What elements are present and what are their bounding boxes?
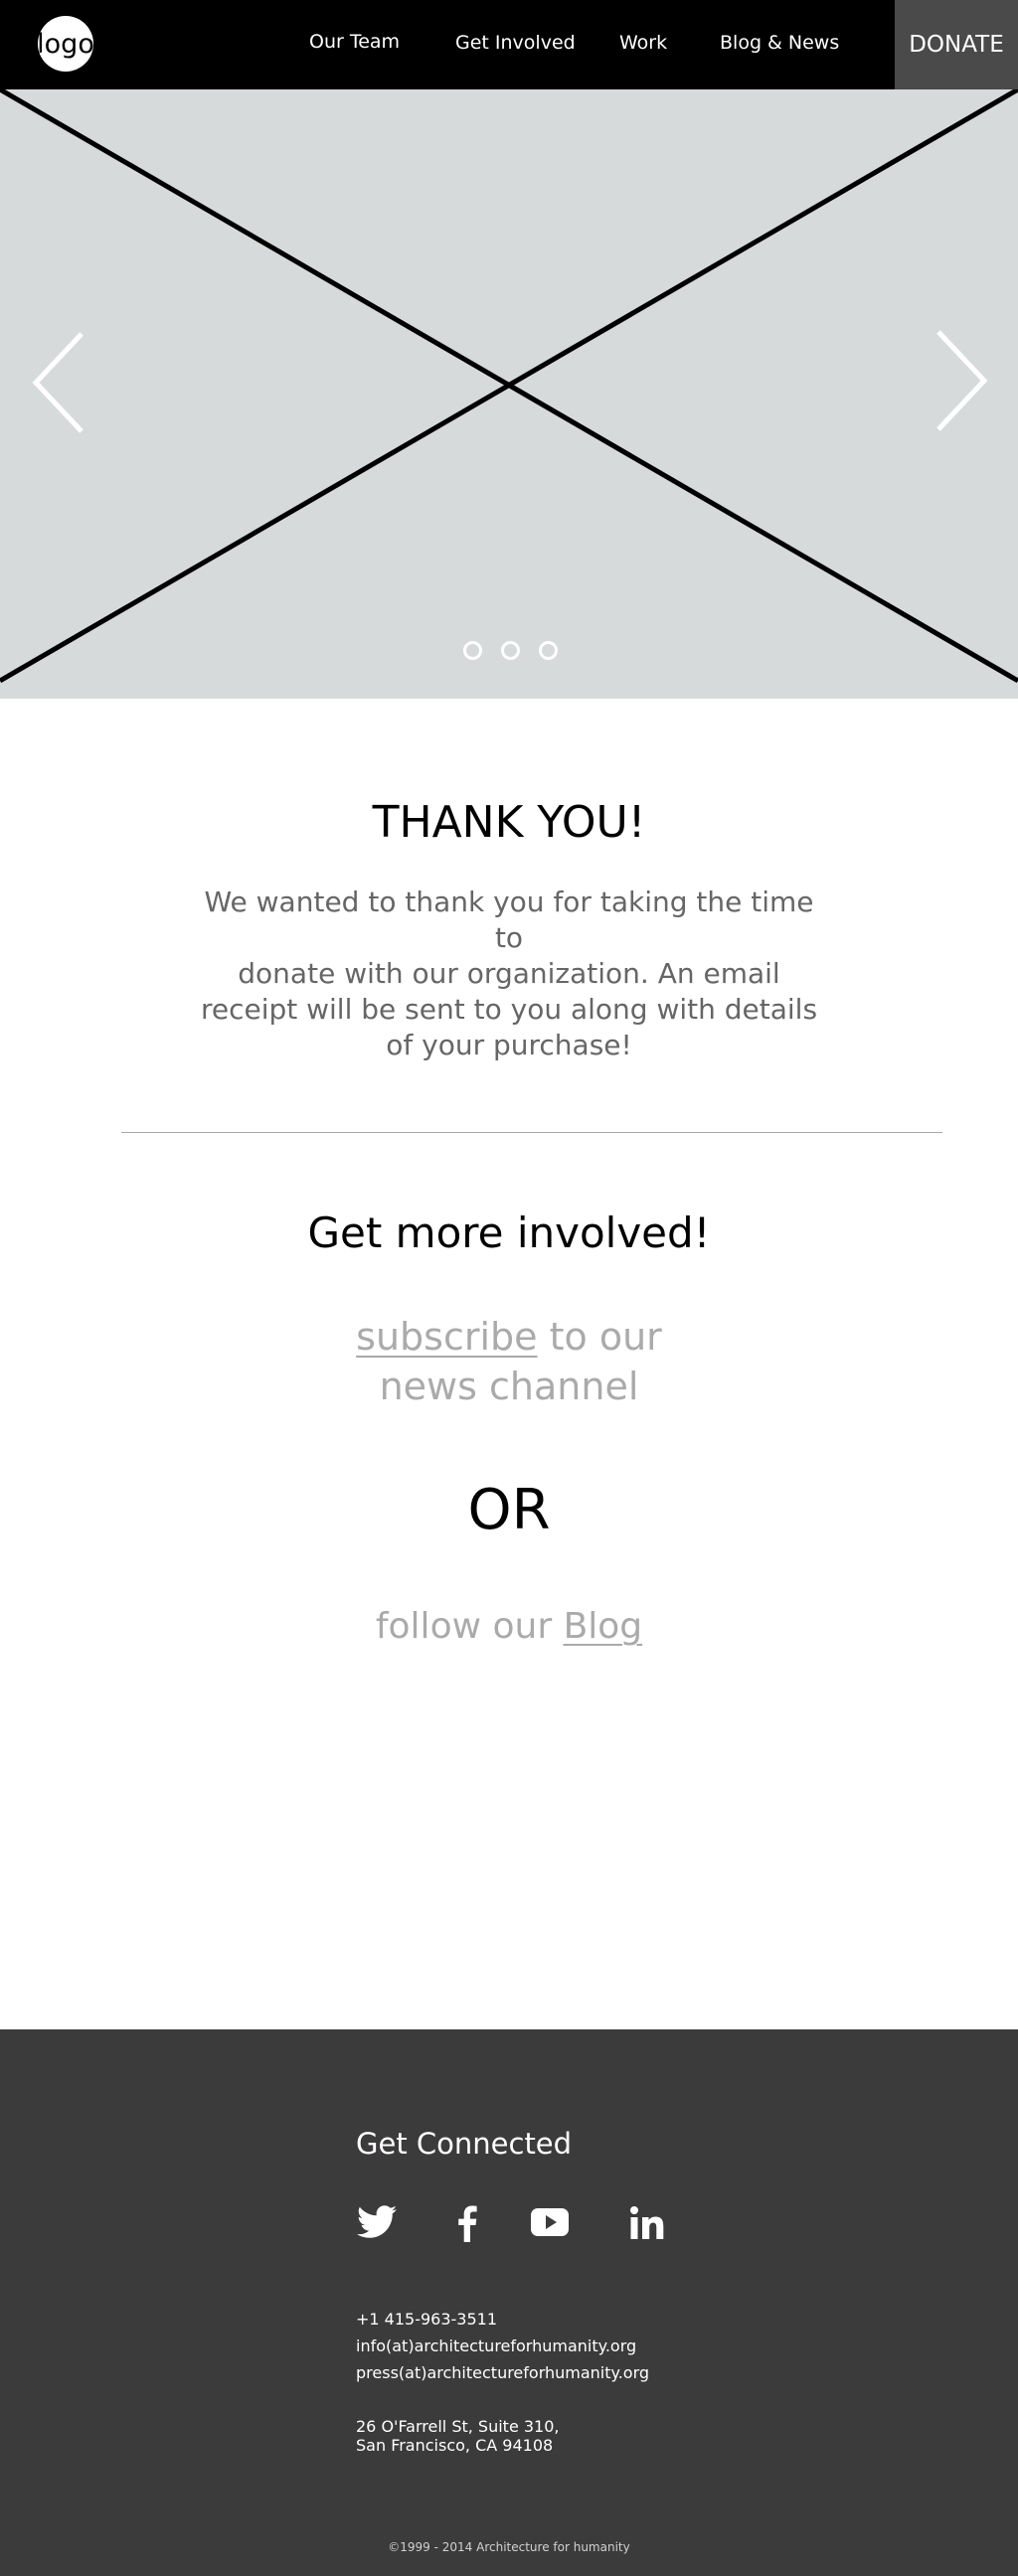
youtube-icon[interactable] <box>531 2208 569 2236</box>
or-separator: OR <box>467 1478 551 1542</box>
get-involved-heading: Get more involved! <box>307 1208 711 1257</box>
subscribe-text-line2: news channel <box>379 1365 639 1408</box>
subscribe-prompt: subscribe to our news channel <box>260 1312 758 1411</box>
contact-email-info[interactable]: info(at)architectureforhumanity.org <box>356 2336 636 2355</box>
carousel-dot[interactable] <box>463 641 482 660</box>
facebook-icon[interactable] <box>455 2204 479 2242</box>
nav-work[interactable]: Work <box>619 32 667 54</box>
thank-you-line: donate with our organization. An email <box>238 957 780 990</box>
chevron-right-icon[interactable] <box>931 326 990 435</box>
carousel-dot[interactable] <box>539 641 558 660</box>
thank-you-message: We wanted to thank you for taking the ti… <box>191 885 827 1063</box>
carousel-dots <box>463 641 558 660</box>
twitter-icon[interactable] <box>356 2204 398 2240</box>
subscribe-link[interactable]: subscribe <box>356 1315 537 1359</box>
address-line: San Francisco, CA 94108 <box>356 2436 554 2455</box>
blog-link[interactable]: Blog <box>564 1606 643 1647</box>
site-footer: Get Connected +1 415-963-3511 info(at)ar… <box>0 2029 1018 2576</box>
chevron-left-icon[interactable] <box>30 328 89 437</box>
nav-blog-news[interactable]: Blog & News <box>720 32 839 54</box>
linkedin-icon[interactable] <box>630 2206 664 2240</box>
subscribe-text: to our <box>537 1315 662 1359</box>
thank-you-line: receipt will be sent to you along with d… <box>200 993 818 1026</box>
thank-you-line: We wanted to thank you for taking the ti… <box>204 886 814 954</box>
address-line: 26 O'Farrell St, Suite 310, <box>356 2417 560 2436</box>
thank-you-line: of your purchase! <box>386 1029 632 1061</box>
donate-button[interactable]: DONATE <box>895 0 1018 89</box>
contact-email-press[interactable]: press(at)architectureforhumanity.org <box>356 2363 649 2382</box>
copyright: ©1999 - 2014 Architecture for humanity <box>388 2540 630 2554</box>
footer-heading: Get Connected <box>356 2127 573 2161</box>
logo[interactable]: logo <box>37 16 94 72</box>
image-placeholder <box>0 89 1018 684</box>
thank-you-heading: THANK YOU! <box>372 797 646 848</box>
follow-prompt: follow our Blog <box>0 1606 1018 1647</box>
contact-phone[interactable]: +1 415-963-3511 <box>356 2310 497 2329</box>
hero-carousel <box>0 89 1018 699</box>
nav-get-involved[interactable]: Get Involved <box>455 32 576 54</box>
follow-text: follow our <box>375 1606 564 1647</box>
carousel-dot[interactable] <box>501 641 520 660</box>
section-divider <box>121 1132 942 1133</box>
site-header: logo Our Team Get Involved Work Blog & N… <box>0 0 1018 89</box>
nav-our-team[interactable]: Our Team <box>309 31 400 53</box>
